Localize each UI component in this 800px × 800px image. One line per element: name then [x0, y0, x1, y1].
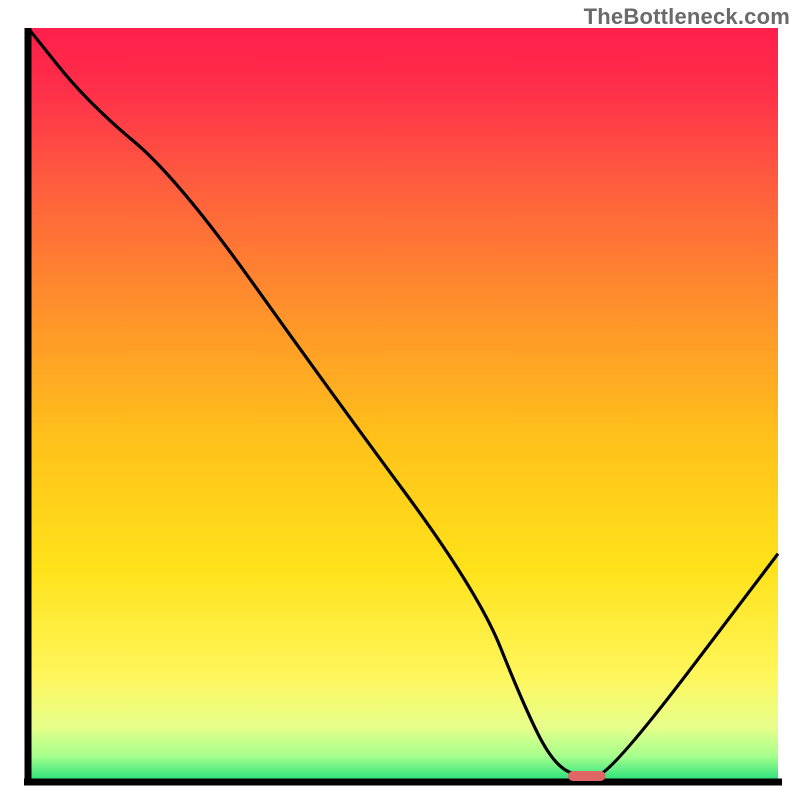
gradient-background — [28, 28, 778, 779]
watermark-text: TheBottleneck.com — [584, 4, 790, 30]
plot-area — [24, 28, 782, 786]
chart-frame: TheBottleneck.com — [0, 0, 800, 800]
chart-svg — [24, 28, 782, 786]
optimum-marker — [568, 771, 606, 781]
